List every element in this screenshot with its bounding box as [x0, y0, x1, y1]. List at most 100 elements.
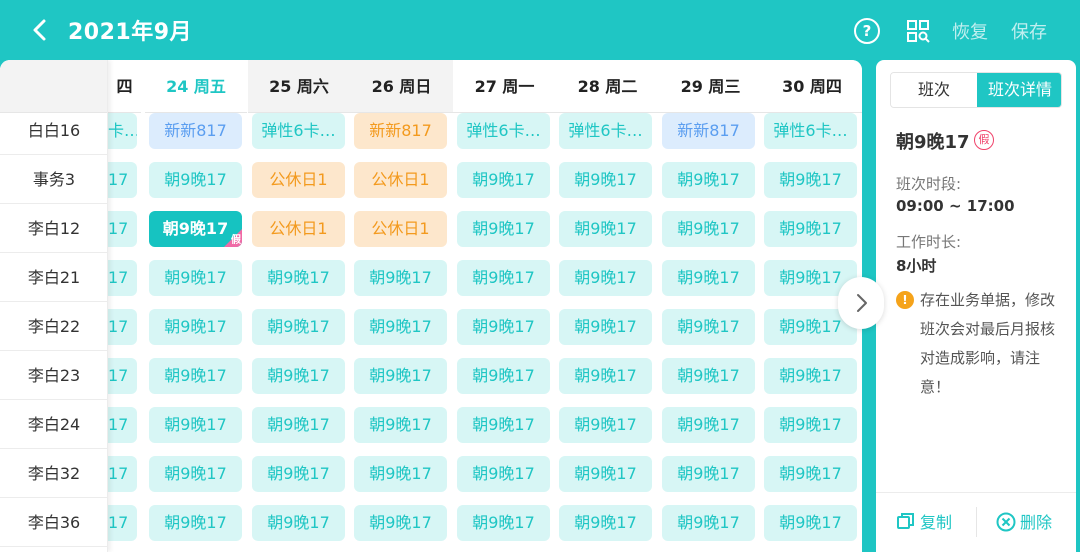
shift-cell[interactable]: 朝9晚17 — [252, 407, 345, 443]
shift-cell[interactable]: 17 — [108, 260, 137, 296]
shift-cell[interactable]: 朝9晚17 — [149, 260, 242, 296]
save-button[interactable]: 保存 — [1011, 18, 1047, 44]
shift-label: 朝9晚17 — [779, 268, 842, 287]
shift-cell[interactable]: 卡… — [108, 113, 137, 149]
shift-cell[interactable]: 朝9晚17 — [764, 456, 857, 492]
employee-name[interactable]: 李白24 — [0, 400, 108, 449]
shift-cell[interactable]: 17 — [108, 309, 137, 345]
delete-button[interactable]: 删除 — [996, 509, 1052, 533]
shift-cell[interactable]: 朝9晚17 — [662, 456, 755, 492]
help-icon[interactable]: ? — [854, 18, 880, 44]
shift-cell[interactable]: 朝9晚17 — [559, 162, 652, 198]
day-header[interactable]: 27 周一 — [453, 60, 556, 113]
copy-button[interactable]: 复制 — [896, 509, 952, 533]
shift-cell[interactable]: 朝9晚17 — [764, 358, 857, 394]
shift-cell[interactable]: 朝9晚17 — [662, 309, 755, 345]
shift-cell[interactable]: 朝9晚17 — [354, 407, 447, 443]
shift-cell[interactable]: 17 — [108, 211, 137, 247]
shift-cell[interactable]: 朝9晚17 — [764, 162, 857, 198]
shift-cell[interactable]: 新新817 — [149, 113, 242, 149]
shift-cell[interactable]: 朝9晚17 — [149, 456, 242, 492]
shift-cell[interactable]: 朝9晚17 — [354, 456, 447, 492]
shift-cell[interactable]: 朝9晚17 — [662, 407, 755, 443]
shift-cell[interactable]: 弹性6卡… — [764, 113, 857, 149]
shift-cell[interactable]: 朝9晚17 — [559, 505, 652, 541]
shift-cell[interactable]: 朝9晚17 — [457, 211, 550, 247]
shift-cell[interactable]: 朝9晚17 — [457, 456, 550, 492]
shift-cell[interactable]: 朝9晚17 — [662, 505, 755, 541]
shift-cell[interactable]: 朝9晚17 — [252, 456, 345, 492]
employee-name[interactable]: 李白21 — [0, 253, 108, 302]
shift-cell[interactable]: 朝9晚17 — [457, 309, 550, 345]
shift-cell[interactable]: 朝9晚17 — [662, 260, 755, 296]
shift-cell[interactable]: 新新817 — [662, 113, 755, 149]
shift-cell[interactable]: 朝9晚17 — [149, 407, 242, 443]
shift-cell[interactable]: 朝9晚17 — [559, 211, 652, 247]
shift-cell[interactable]: 17 — [108, 358, 137, 394]
day-header[interactable]: 28 周二 — [556, 60, 659, 113]
shift-cell[interactable]: 公休日1 — [252, 162, 345, 198]
day-header[interactable]: 30 周四 — [762, 60, 862, 113]
shift-cell[interactable]: 朝9晚17 — [457, 162, 550, 198]
shift-cell[interactable]: 17 — [108, 456, 137, 492]
day-header[interactable]: 26 周日 — [350, 60, 453, 113]
shift-cell[interactable]: 朝9晚17 — [252, 505, 345, 541]
day-header[interactable]: 25 周六 — [248, 60, 350, 113]
shift-cell[interactable]: 朝9晚17 — [764, 505, 857, 541]
shift-cell[interactable]: 朝9晚17 — [457, 358, 550, 394]
employee-name[interactable]: 李白23 — [0, 351, 108, 400]
shift-cell[interactable]: 朝9晚17 — [149, 358, 242, 394]
shift-cell[interactable]: 17 — [108, 407, 137, 443]
employee-name[interactable]: 白白16 — [0, 106, 108, 155]
tab-shift[interactable]: 班次 — [891, 73, 977, 107]
tab-shift-detail[interactable]: 班次详情 — [977, 73, 1061, 107]
shift-cell[interactable]: 朝9晚17 — [662, 211, 755, 247]
shift-cell[interactable]: 朝9晚17 — [149, 162, 242, 198]
shift-cell[interactable]: 公休日1 — [252, 211, 345, 247]
shift-cell[interactable]: 朝9晚17 — [559, 260, 652, 296]
shift-cell[interactable]: 新新817 — [354, 113, 447, 149]
shift-detail-panel: 班次 班次详情 朝9晚17 假 班次时段: 09:00 ~ 17:00 工作时长… — [876, 60, 1076, 552]
employee-name[interactable]: 李白12 — [0, 204, 108, 253]
employee-name[interactable]: 李白22 — [0, 302, 108, 351]
day-header[interactable]: 四 — [108, 60, 141, 113]
shift-cell[interactable]: 朝9晚17 — [457, 407, 550, 443]
shift-cell[interactable]: 朝9晚17 — [559, 358, 652, 394]
day-header[interactable]: 29 周三 — [659, 60, 762, 113]
shift-cell[interactable]: 弹性6卡… — [559, 113, 652, 149]
employee-name[interactable]: 李白32 — [0, 449, 108, 498]
shift-cell[interactable]: 朝9晚17 — [559, 309, 652, 345]
shift-cell[interactable]: 朝9晚17 — [764, 211, 857, 247]
shift-cell[interactable]: 朝9晚17 — [252, 260, 345, 296]
restore-button[interactable]: 恢复 — [952, 18, 988, 44]
shift-cell[interactable]: 朝9晚17 — [252, 358, 345, 394]
employee-name[interactable]: 李白36 — [0, 498, 108, 547]
shift-cell[interactable]: 朝9晚17 — [354, 505, 447, 541]
shift-cell[interactable]: 朝9晚17 — [354, 309, 447, 345]
shift-cell[interactable]: 朝9晚17 — [149, 309, 242, 345]
shift-cell[interactable]: 17 — [108, 505, 137, 541]
qr-code-icon[interactable] — [906, 19, 930, 43]
shift-cell[interactable]: 朝9晚17 — [252, 309, 345, 345]
shift-cell[interactable]: 公休日1 — [354, 162, 447, 198]
expand-panel-button[interactable] — [838, 277, 884, 329]
shift-cell[interactable]: 弹性6卡… — [252, 113, 345, 149]
shift-cell[interactable]: 朝9晚17 — [457, 260, 550, 296]
shift-cell[interactable]: 朝9晚17 假 — [149, 211, 242, 247]
back-arrow-icon[interactable] — [26, 14, 56, 46]
shift-cell[interactable]: 朝9晚17 — [764, 407, 857, 443]
shift-cell[interactable]: 朝9晚17 — [662, 358, 755, 394]
shift-cell[interactable]: 朝9晚17 — [559, 456, 652, 492]
duration-label: 工作时长: — [896, 233, 962, 251]
shift-cell[interactable]: 公休日1 — [354, 211, 447, 247]
day-header[interactable]: 24 周五 — [145, 60, 247, 113]
shift-cell[interactable]: 朝9晚17 — [662, 162, 755, 198]
shift-cell[interactable]: 朝9晚17 — [559, 407, 652, 443]
employee-name[interactable]: 事务3 — [0, 155, 108, 204]
shift-cell[interactable]: 朝9晚17 — [354, 358, 447, 394]
shift-cell[interactable]: 朝9晚17 — [354, 260, 447, 296]
shift-cell[interactable]: 17 — [108, 162, 137, 198]
shift-cell[interactable]: 朝9晚17 — [149, 505, 242, 541]
shift-cell[interactable]: 朝9晚17 — [457, 505, 550, 541]
shift-cell[interactable]: 弹性6卡… — [457, 113, 550, 149]
